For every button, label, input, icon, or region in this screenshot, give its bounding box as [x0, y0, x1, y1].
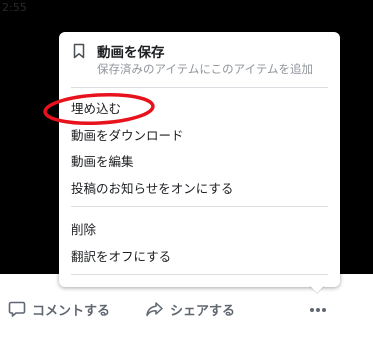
save-video-item[interactable]: 動画を保存 保存済みのアイテムにこのアイテムを追加: [59, 32, 340, 84]
share-arrow-icon: [145, 300, 164, 318]
menu-divider: [71, 274, 328, 275]
menu-item-edit-video[interactable]: 動画を編集: [59, 147, 340, 171]
share-label: シェアする: [170, 303, 236, 319]
menu-item-label: 翻訳をオフにする: [71, 249, 172, 264]
bookmark-icon: [73, 43, 85, 59]
menu-item-label: 削除: [71, 222, 97, 237]
menu-item-label: 動画をダウンロード: [71, 128, 184, 143]
menu-item-embed[interactable]: 埋め込む: [59, 94, 340, 118]
video-timestamp: 2:55: [2, 1, 27, 14]
more-options-button[interactable]: [303, 300, 333, 320]
save-video-title: 動画を保存: [97, 45, 165, 61]
menu-item-turn-off-translation[interactable]: 翻訳をオフにする: [59, 242, 340, 266]
comment-label: コメントする: [32, 303, 111, 319]
menu-item-turn-on-notifications[interactable]: 投稿のお知らせをオンにする: [59, 174, 340, 198]
menu-item-label: 動画を編集: [71, 154, 134, 169]
more-dots-icon: [303, 305, 333, 324]
post-options-menu: 動画を保存 保存済みのアイテムにこのアイテムを追加 埋め込む 動画をダウンロード…: [59, 32, 340, 287]
comment-button[interactable]: コメントする: [8, 298, 110, 320]
menu-pointer-arrow: [309, 285, 325, 293]
speech-bubble-icon: [8, 300, 26, 318]
share-button[interactable]: シェアする: [145, 298, 235, 320]
menu-divider: [71, 87, 328, 88]
menu-item-label: 埋め込む: [71, 101, 122, 116]
menu-divider: [71, 206, 328, 207]
save-video-subtitle: 保存済みのアイテムにこのアイテムを追加: [97, 62, 313, 76]
menu-item-delete[interactable]: 削除: [59, 215, 340, 239]
menu-item-download-video[interactable]: 動画をダウンロード: [59, 121, 340, 145]
menu-item-label: 投稿のお知らせをオンにする: [71, 181, 234, 196]
